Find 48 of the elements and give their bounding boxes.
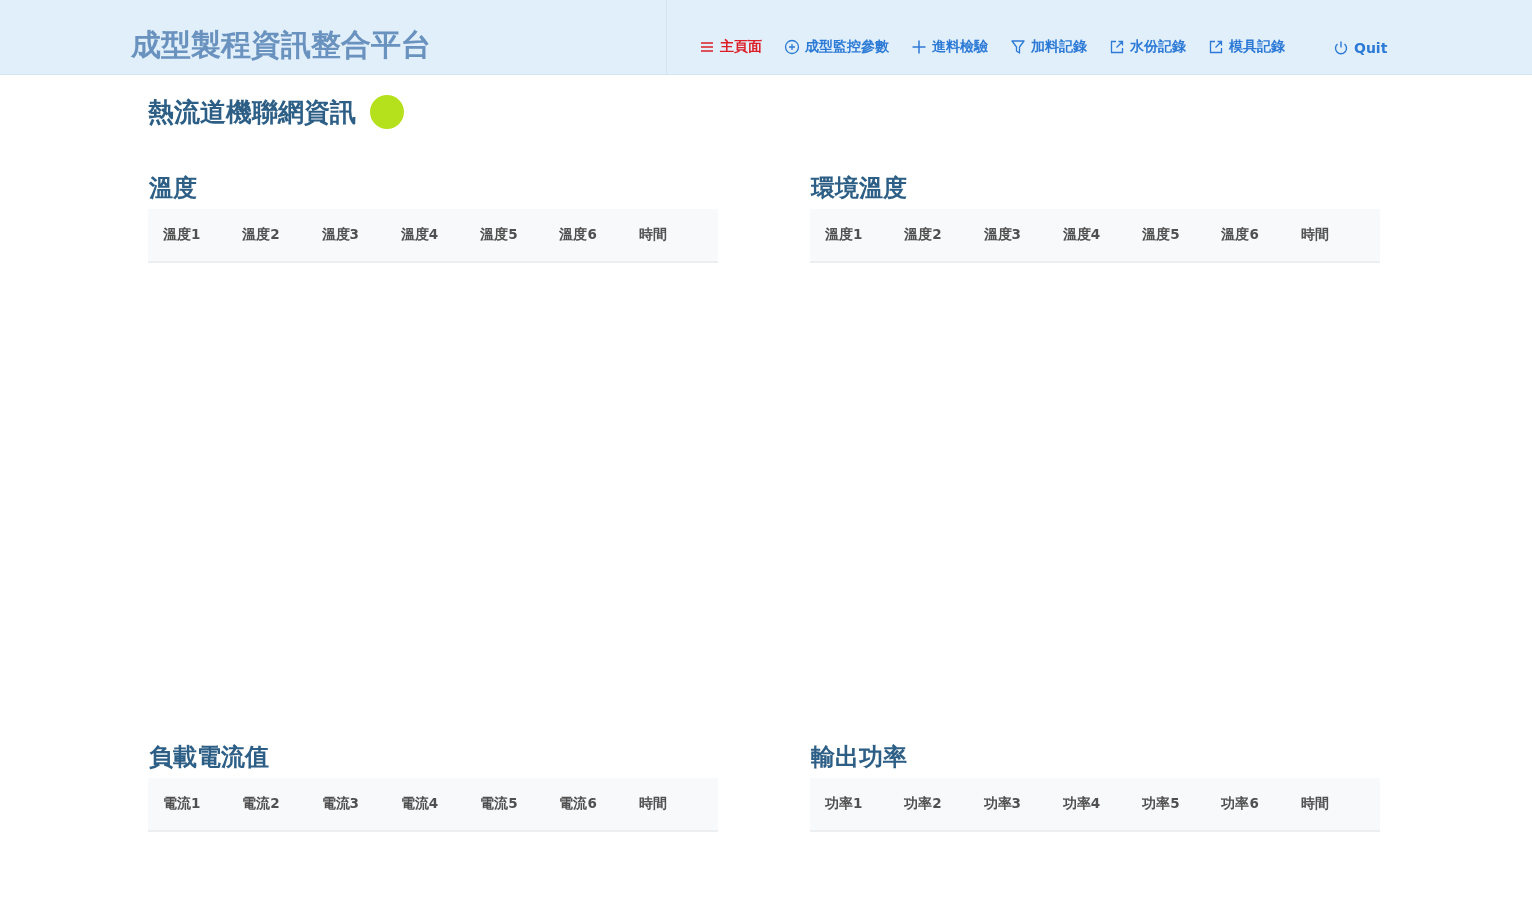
column-header: 電流5 [480, 795, 519, 813]
column-header: 功率5 [1142, 795, 1181, 813]
column-header: 功率4 [1062, 795, 1102, 813]
filter-icon [1010, 39, 1026, 55]
column-header: 功率2 [904, 795, 943, 813]
column-header: 溫度1 [825, 226, 864, 244]
nav-link[interactable]: Quit [1333, 40, 1388, 56]
nav-link[interactable]: 主頁面 [699, 38, 762, 56]
power-icon [1333, 40, 1349, 56]
column-header: 溫度6 [559, 226, 598, 244]
column-header: 溫度4 [400, 226, 440, 244]
column-header: 時間 [1300, 795, 1330, 813]
column-header: 電流1 [163, 795, 202, 813]
column-header: 時間 [638, 795, 668, 813]
column-header: 溫度6 [1221, 226, 1260, 244]
column-header: 溫度2 [242, 226, 281, 244]
plus-circle-icon [784, 39, 800, 55]
column-header: 時間 [1300, 226, 1330, 244]
column-header: 溫度1 [163, 226, 202, 244]
column-header: 溫度5 [480, 226, 519, 244]
section-title: 環境溫度 [811, 173, 908, 204]
external-link-icon [1208, 39, 1224, 55]
nav-link[interactable]: 成型監控參數 [784, 38, 889, 56]
nav-link[interactable]: 進料檢驗 [911, 38, 988, 56]
column-header: 電流4 [400, 795, 440, 813]
nav-link[interactable]: 加料記錄 [1010, 38, 1087, 56]
column-header: 電流3 [321, 795, 360, 813]
column-header: 功率6 [1221, 795, 1260, 813]
nav-link[interactable]: 模具記錄 [1208, 38, 1285, 56]
menu-icon [699, 39, 715, 55]
column-header: 電流2 [242, 795, 281, 813]
section-title: 輸出功率 [811, 742, 908, 773]
column-header: 溫度5 [1142, 226, 1181, 244]
column-header: 電流6 [559, 795, 598, 813]
plus-icon [911, 39, 927, 55]
section-title: 溫度 [149, 173, 198, 204]
app-title: 成型製程資訊整合平台 [131, 26, 431, 64]
column-header: 溫度3 [983, 226, 1022, 244]
column-header: 時間 [638, 226, 668, 244]
section-title: 負載電流值 [149, 742, 270, 773]
column-header: 溫度4 [1062, 226, 1102, 244]
column-header: 溫度2 [904, 226, 943, 244]
nav-link[interactable]: 水份記錄 [1109, 38, 1186, 56]
column-header: 溫度3 [321, 226, 360, 244]
column-header: 功率3 [983, 795, 1022, 813]
external-link-icon [1109, 39, 1125, 55]
column-header: 功率1 [825, 795, 864, 813]
page-title: 熱流道機聯網資訊 [148, 95, 356, 129]
